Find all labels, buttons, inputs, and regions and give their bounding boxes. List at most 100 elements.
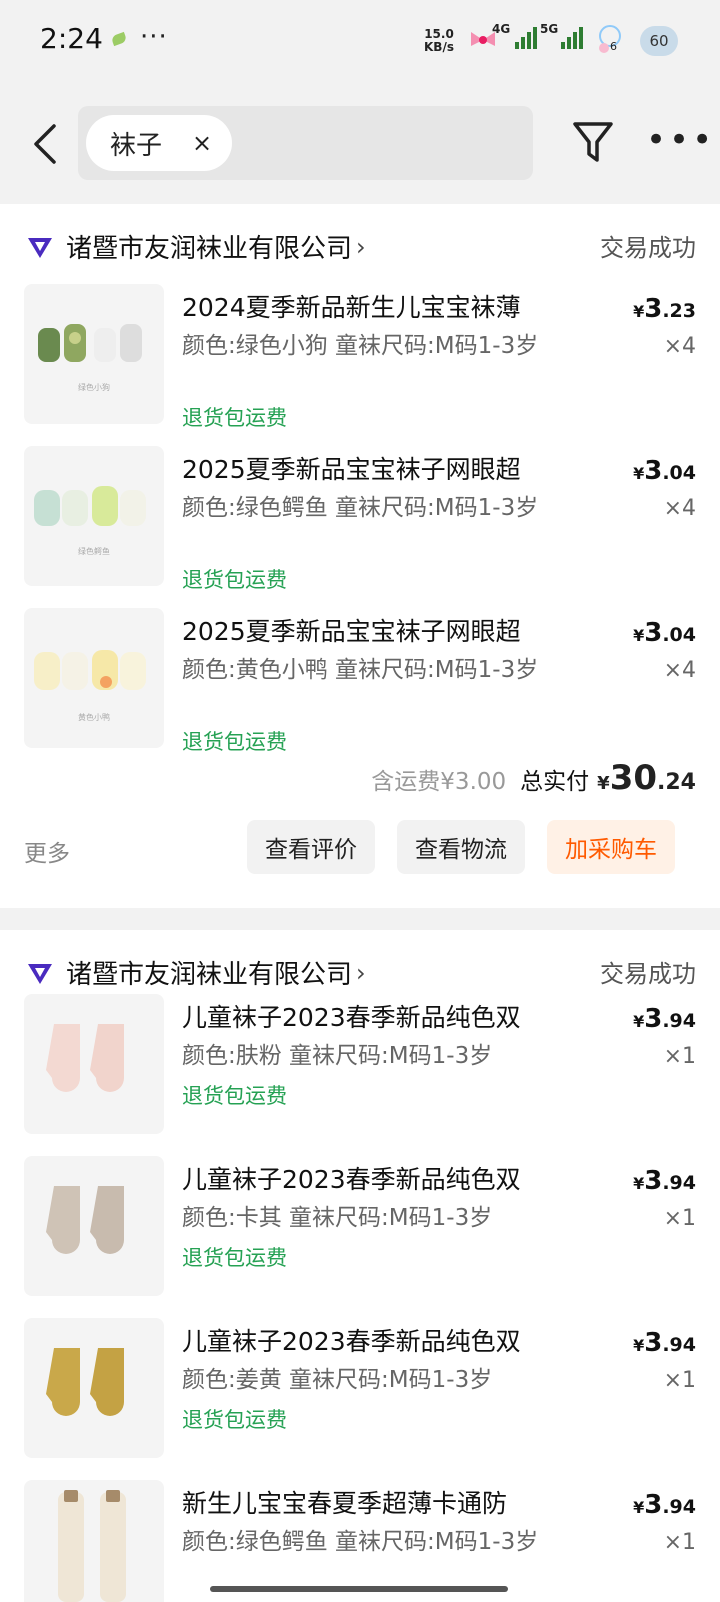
thumb-caption: 黄色小鸭: [78, 713, 110, 722]
net-speed-unit: KB/s: [424, 40, 454, 54]
product-thumbnail[interactable]: [24, 1318, 164, 1458]
currency-symbol: ¥: [633, 464, 645, 483]
refund-shipping-tag: 退货包运费: [182, 406, 287, 430]
shop-header[interactable]: 诸暨市友润袜业有限公司 ›: [26, 954, 366, 991]
status-time: 2:24: [40, 22, 103, 55]
total-currency: ¥: [597, 773, 610, 794]
bubble-count: 6: [610, 40, 617, 53]
product-quantity: ×4: [663, 496, 696, 521]
socks-image: [46, 1348, 124, 1416]
socks-image: [46, 1186, 124, 1254]
product-thumbnail[interactable]: [24, 1480, 164, 1602]
price-decimal: .04: [662, 462, 696, 484]
search-keyword: 袜子: [110, 130, 163, 161]
currency-symbol: ¥: [633, 1336, 645, 1355]
order-item[interactable]: 儿童袜子2023春季新品纯色双 颜色:卡其 童袜尺码:M码1-3岁 退货包运费 …: [0, 1156, 720, 1306]
refund-shipping-tag: 退货包运费: [182, 730, 287, 754]
leaf-icon: [110, 31, 128, 47]
product-thumbnail[interactable]: 绿色小狗: [24, 284, 164, 424]
order-item[interactable]: 黄色小鸭 2025夏季新品宝宝袜子网眼超 颜色:黄色小鸭 童袜尺码:M码1-3岁…: [0, 608, 720, 758]
shop-logo-icon: [28, 237, 52, 258]
search-header: 袜子 × •••: [0, 84, 720, 200]
add-to-purchase-cart-button[interactable]: 加采购车: [547, 820, 675, 874]
price-integer: 3: [644, 294, 663, 324]
order-status: 交易成功: [600, 960, 696, 988]
order-item[interactable]: 儿童袜子2023春季新品纯色双 颜色:姜黄 童袜尺码:M码1-3岁 退货包运费 …: [0, 1318, 720, 1468]
search-keyword-chip[interactable]: 袜子 ×: [86, 115, 233, 171]
clear-keyword-icon[interactable]: ×: [192, 129, 212, 157]
order-item[interactable]: 新生儿宝宝春夏季超薄卡通防 颜色:绿色鳄鱼 童袜尺码:M码1-3岁 ¥3.94 …: [0, 1480, 720, 1602]
product-spec: 颜色:卡其 童袜尺码:M码1-3岁: [182, 1205, 493, 1231]
product-title: 2025夏季新品宝宝袜子网眼超: [182, 455, 521, 484]
product-price: ¥3.94: [633, 1166, 696, 1196]
currency-symbol: ¥: [633, 1174, 645, 1193]
product-thumbnail[interactable]: [24, 1156, 164, 1296]
product-spec: 颜色:黄色小鸭 童袜尺码:M码1-3岁: [182, 657, 539, 683]
refund-shipping-tag: 退货包运费: [182, 1408, 287, 1432]
view-review-button[interactable]: 查看评价: [247, 820, 375, 874]
thumb-caption: 绿色小狗: [78, 383, 110, 392]
order-item[interactable]: 绿色鳄鱼 2025夏季新品宝宝袜子网眼超 颜色:绿色鳄鱼 童袜尺码:M码1-3岁…: [0, 446, 720, 596]
filter-icon[interactable]: [572, 120, 614, 166]
price-decimal: .94: [662, 1496, 696, 1518]
price-integer: 3: [644, 1004, 663, 1034]
signal-icon-2: [561, 27, 583, 49]
price-integer: 3: [644, 1490, 663, 1520]
product-quantity: ×1: [663, 1368, 696, 1393]
product-quantity: ×1: [663, 1206, 696, 1231]
product-spec: 颜色:绿色小狗 童袜尺码:M码1-3岁: [182, 333, 539, 359]
currency-symbol: ¥: [633, 1012, 645, 1031]
shop-name: 诸暨市友润袜业有限公司: [66, 234, 353, 264]
view-logistics-button[interactable]: 查看物流: [397, 820, 525, 874]
search-box[interactable]: 袜子 ×: [78, 106, 533, 180]
status-bar: 2:24 ··· 15.0 KB/s 4G 5G 6 60: [0, 0, 720, 84]
net-speed: 15.0 KB/s: [424, 28, 454, 54]
refund-shipping-tag: 退货包运费: [182, 1246, 287, 1270]
product-spec: 颜色:绿色鳄鱼 童袜尺码:M码1-3岁: [182, 495, 539, 521]
shop-name: 诸暨市友润袜业有限公司: [66, 960, 353, 990]
shop-header[interactable]: 诸暨市友润袜业有限公司 ›: [26, 228, 366, 265]
refund-shipping-tag: 退货包运费: [182, 568, 287, 592]
more-link[interactable]: 更多: [24, 834, 70, 868]
order-total: 含运费¥3.00 总实付 ¥ 30 .24: [371, 758, 696, 798]
product-thumbnail[interactable]: 黄色小鸭: [24, 608, 164, 748]
signal-icon: [515, 27, 537, 49]
product-thumbnail[interactable]: [24, 994, 164, 1134]
product-title: 儿童袜子2023春季新品纯色双: [182, 1165, 521, 1194]
currency-symbol: ¥: [633, 626, 645, 645]
notification-dots: ···: [140, 22, 168, 52]
price-integer: 3: [644, 1166, 663, 1196]
product-spec: 颜色:绿色鳄鱼 童袜尺码:M码1-3岁: [182, 1529, 539, 1555]
shipping-fee: 含运费¥3.00: [371, 769, 507, 795]
product-quantity: ×1: [663, 1530, 696, 1555]
product-price: ¥3.23: [633, 294, 696, 324]
refund-shipping-tag: 退货包运费: [182, 1084, 287, 1108]
product-quantity: ×1: [663, 1044, 696, 1069]
price-decimal: .94: [662, 1172, 696, 1194]
product-price: ¥3.94: [633, 1004, 696, 1034]
order-item[interactable]: 儿童袜子2023春季新品纯色双 颜色:肤粉 童袜尺码:M码1-3岁 退货包运费 …: [0, 994, 720, 1144]
chevron-right-icon: ›: [356, 232, 366, 261]
product-thumbnail[interactable]: 绿色鳄鱼: [24, 446, 164, 586]
price-decimal: .94: [662, 1334, 696, 1356]
order-card: 诸暨市友润袜业有限公司 › 交易成功 绿色小狗 2024夏季新品新生儿宝宝袜薄 …: [0, 204, 720, 908]
network-4g: 4G: [492, 22, 511, 36]
product-price: ¥3.94: [633, 1490, 696, 1520]
order-item[interactable]: 绿色小狗 2024夏季新品新生儿宝宝袜薄 颜色:绿色小狗 童袜尺码:M码1-3岁…: [0, 284, 720, 434]
socks-image: [34, 486, 146, 526]
order-status: 交易成功: [600, 234, 696, 262]
product-price: ¥3.04: [633, 618, 696, 648]
price-decimal: .04: [662, 624, 696, 646]
currency-symbol: ¥: [633, 302, 645, 321]
net-speed-value: 15.0: [424, 27, 454, 41]
product-quantity: ×4: [663, 334, 696, 359]
price-decimal: .94: [662, 1010, 696, 1032]
total-decimal: .24: [657, 770, 696, 795]
currency-symbol: ¥: [633, 1498, 645, 1517]
back-arrow-icon[interactable]: [28, 120, 64, 168]
more-options-icon[interactable]: •••: [646, 120, 715, 160]
home-indicator[interactable]: [210, 1586, 508, 1592]
product-price: ¥3.04: [633, 456, 696, 486]
price-integer: 3: [644, 456, 663, 486]
socks-image: [38, 324, 142, 362]
